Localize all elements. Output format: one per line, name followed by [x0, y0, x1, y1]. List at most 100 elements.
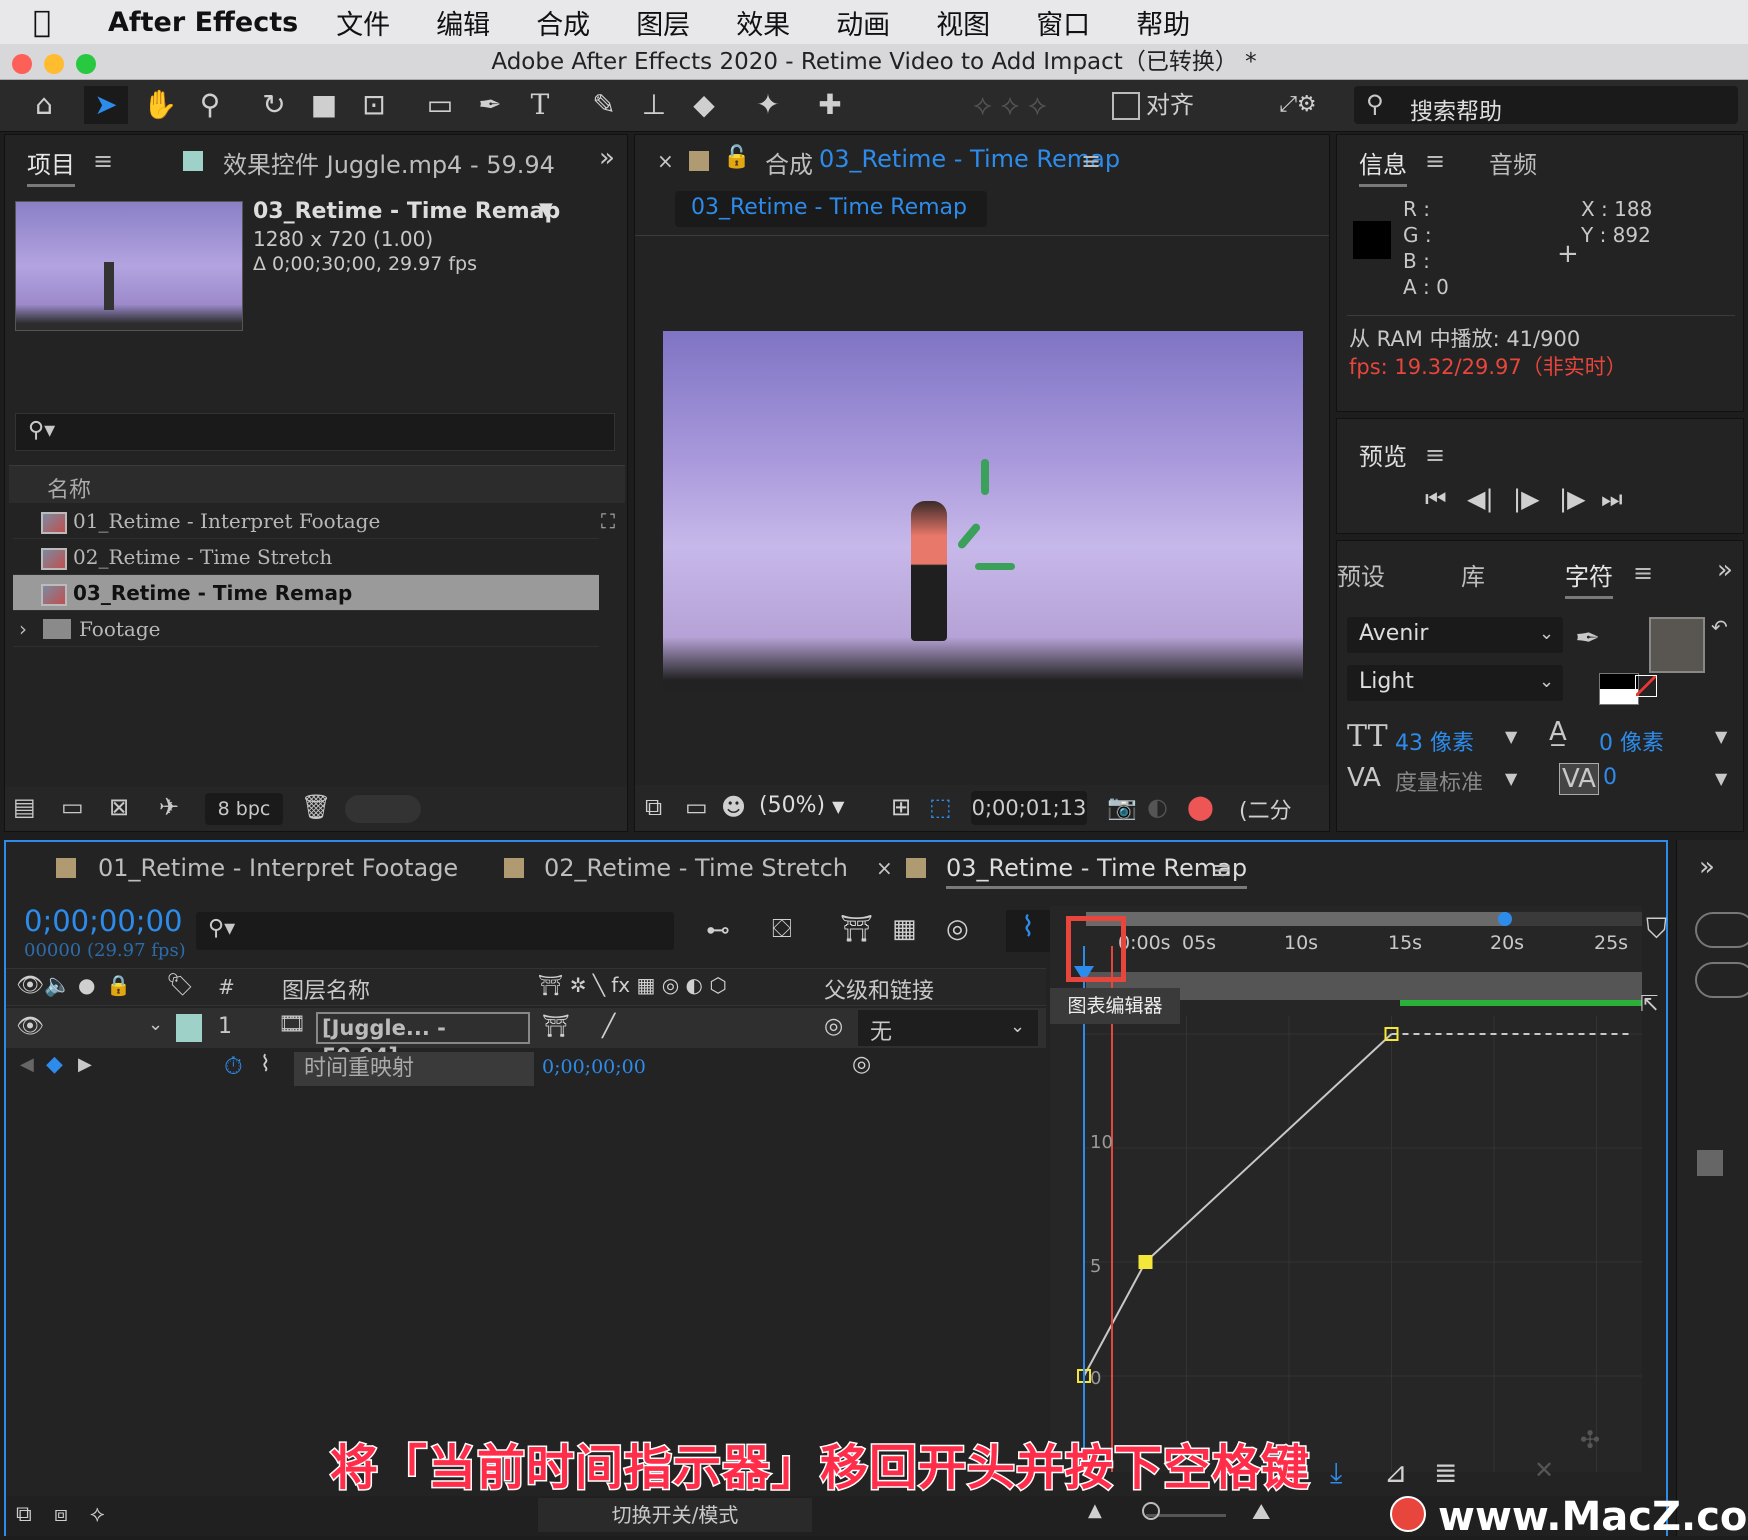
- menu-effect[interactable]: 效果: [736, 3, 790, 42]
- menu-animation[interactable]: 动画: [836, 3, 890, 42]
- app-menu[interactable]: After Effects: [108, 7, 298, 38]
- prev-frame-icon[interactable]: ◀|: [1467, 485, 1494, 513]
- zoom-out-icon[interactable]: ▲: [1088, 1500, 1102, 1521]
- chevron-down-icon[interactable]: ▼: [1715, 727, 1727, 746]
- comp-timecode[interactable]: 0;00;01;13: [971, 791, 1087, 825]
- last-frame-icon[interactable]: ⏭: [1601, 485, 1623, 513]
- lock-icon[interactable]: 🔒: [106, 973, 131, 997]
- comp-flowchart-icon[interactable]: ⊷: [706, 916, 730, 944]
- rotate-tool-icon[interactable]: ↻: [254, 86, 294, 124]
- graph-type-icon[interactable]: ⊿: [1384, 1456, 1407, 1489]
- help-search-field[interactable]: ⚲ 搜索帮助: [1354, 86, 1738, 125]
- comp-navigator-tab[interactable]: 03_Retime - Time Remap: [675, 191, 987, 227]
- keyframe-marker[interactable]: [1138, 1255, 1153, 1269]
- pill-button[interactable]: [1695, 912, 1748, 948]
- list-item[interactable]: 01_Retime - Interpret Footage ⛶: [13, 503, 615, 539]
- new-folder-icon[interactable]: ▭: [61, 793, 84, 821]
- brush-tool-icon[interactable]: ✎: [584, 86, 624, 124]
- font-family-dropdown[interactable]: Avenir ⌄: [1347, 617, 1563, 653]
- always-preview-icon[interactable]: ⧉: [645, 793, 662, 821]
- render-icon[interactable]: ✈: [159, 793, 179, 821]
- menu-view[interactable]: 视图: [936, 3, 990, 42]
- rectangle-tool-icon[interactable]: ▭: [420, 86, 460, 124]
- marker-icon[interactable]: ⛉: [1646, 912, 1667, 946]
- time-remap-curve[interactable]: [1083, 1033, 1393, 1377]
- keyframe-markers[interactable]: [1077, 1027, 1399, 1383]
- solo-icon[interactable]: ●: [78, 973, 95, 997]
- pan-behind-tool-icon[interactable]: ⊡: [354, 86, 394, 124]
- project-search-input[interactable]: ⚲▾: [15, 413, 615, 451]
- first-frame-icon[interactable]: ⏮: [1425, 485, 1447, 513]
- toggle-switches-modes-button[interactable]: 切换开关/模式: [538, 1498, 812, 1532]
- panel-overflow-icon[interactable]: »: [1717, 555, 1733, 585]
- clone-stamp-tool-icon[interactable]: ⊥: [634, 86, 674, 124]
- trash-icon[interactable]: 🗑: [301, 793, 331, 821]
- thumbnail-slider[interactable]: [345, 795, 421, 823]
- snapshot-icon[interactable]: 📷: [1107, 793, 1137, 821]
- swap-colors-icon[interactable]: ↶: [1711, 615, 1728, 639]
- layer-color-label[interactable]: [176, 1014, 202, 1042]
- tab-character[interactable]: 字符: [1565, 557, 1613, 599]
- frame-blending-icon[interactable]: ▦: [892, 914, 917, 944]
- tab-timeline-01[interactable]: 01_Retime - Interpret Footage: [98, 854, 458, 882]
- stopwatch-icon[interactable]: ⏱: [224, 1052, 243, 1080]
- pill-button[interactable]: [1695, 962, 1748, 998]
- panel-overflow-icon[interactable]: »: [1699, 852, 1715, 882]
- label-icon[interactable]: 🏷: [166, 973, 194, 998]
- selection-tool-icon[interactable]: ➤: [84, 86, 128, 124]
- panel-menu-icon[interactable]: ≡: [1212, 856, 1232, 884]
- panel-menu-icon[interactable]: ≡: [1425, 441, 1445, 469]
- camera-tool-icon[interactable]: ■: [304, 86, 344, 124]
- layer-search-input[interactable]: ⚲▾: [196, 912, 674, 950]
- menu-file[interactable]: 文件: [336, 3, 390, 42]
- font-size-value[interactable]: 43 像素: [1395, 725, 1474, 757]
- layer-row[interactable]: 👁 ⌄ 1 🎞 [Juggle... - 59.94] ⛩ ╱ ◎ 无 ⌄: [6, 1008, 1046, 1068]
- eraser-tool-icon[interactable]: ◆: [684, 86, 724, 124]
- panel-menu-icon[interactable]: ≡: [1081, 147, 1101, 175]
- current-time-display[interactable]: 0;00;00;00: [24, 904, 182, 938]
- column-parent[interactable]: 父级和链接: [824, 973, 934, 1005]
- comp-tab-prefix[interactable]: 合成: [765, 145, 813, 180]
- font-style-dropdown[interactable]: Light ⌄: [1347, 665, 1563, 701]
- zoom-in-icon[interactable]: ⛰: [1252, 1500, 1270, 1525]
- default-colors-icon[interactable]: [1599, 673, 1639, 705]
- next-keyframe-icon[interactable]: ▶: [78, 1054, 92, 1075]
- tab-effect-controls[interactable]: 效果控件 Juggle.mp4 - 59.94: [223, 145, 555, 180]
- panel-menu-icon[interactable]: ≡: [93, 147, 113, 175]
- interpret-footage-icon[interactable]: ▤: [13, 793, 36, 821]
- graph-options-icon[interactable]: ≣: [1434, 1456, 1457, 1489]
- list-item-selected[interactable]: 03_Retime - Time Remap: [13, 575, 599, 611]
- shy-layers-icon[interactable]: ⛩: [840, 914, 873, 944]
- menu-window[interactable]: 窗口: [1036, 3, 1090, 42]
- pickwhip-icon[interactable]: ◎: [824, 1014, 843, 1039]
- tab-project[interactable]: 项目: [27, 145, 75, 187]
- align-checkbox[interactable]: [1112, 92, 1140, 120]
- menu-edit[interactable]: 编辑: [436, 3, 490, 42]
- panel-overflow-icon[interactable]: »: [599, 143, 615, 173]
- flowchart-icon[interactable]: ⛶: [601, 503, 615, 539]
- zoom-dropdown[interactable]: (50%) ▼: [759, 793, 877, 825]
- chevron-down-icon[interactable]: ⌄: [148, 1014, 163, 1035]
- graph-editor-area[interactable]: 0:00s 05s 10s 15s 20s 25s 10 5 0 图表编辑器 ✣: [1050, 906, 1642, 1472]
- chevron-down-icon[interactable]: ▼: [539, 199, 553, 220]
- monitor-icon[interactable]: ▭: [685, 793, 708, 821]
- tab-presets[interactable]: 预设: [1337, 557, 1385, 592]
- fit-icon[interactable]: ✣: [1580, 1426, 1600, 1454]
- tab-timeline-03[interactable]: 03_Retime - Time Remap: [946, 854, 1248, 889]
- tab-library[interactable]: 库: [1461, 557, 1485, 592]
- close-icon[interactable]: ×: [657, 149, 674, 173]
- eye-icon[interactable]: 👁: [16, 973, 44, 998]
- axis-mode-icons[interactable]: ⟡ ⟡ ⟡: [950, 86, 1070, 124]
- menu-composition[interactable]: 合成: [536, 3, 590, 42]
- prev-keyframe-icon[interactable]: ◀: [20, 1054, 34, 1075]
- next-frame-icon[interactable]: |▶: [1559, 485, 1586, 513]
- play-icon[interactable]: |▶: [1513, 485, 1540, 513]
- chevron-down-icon[interactable]: ▼: [1715, 769, 1727, 788]
- menu-help[interactable]: 帮助: [1136, 3, 1190, 42]
- transparency-grid-icon[interactable]: ⬚: [929, 793, 952, 821]
- column-layer-name[interactable]: 图层名称: [282, 973, 370, 1005]
- workspace-icon[interactable]: ⤢⚙: [1262, 86, 1334, 124]
- kerning-value[interactable]: 度量标准: [1395, 765, 1483, 797]
- list-item[interactable]: 02_Retime - Time Stretch: [13, 539, 599, 575]
- chevron-down-icon[interactable]: ▼: [1505, 769, 1517, 788]
